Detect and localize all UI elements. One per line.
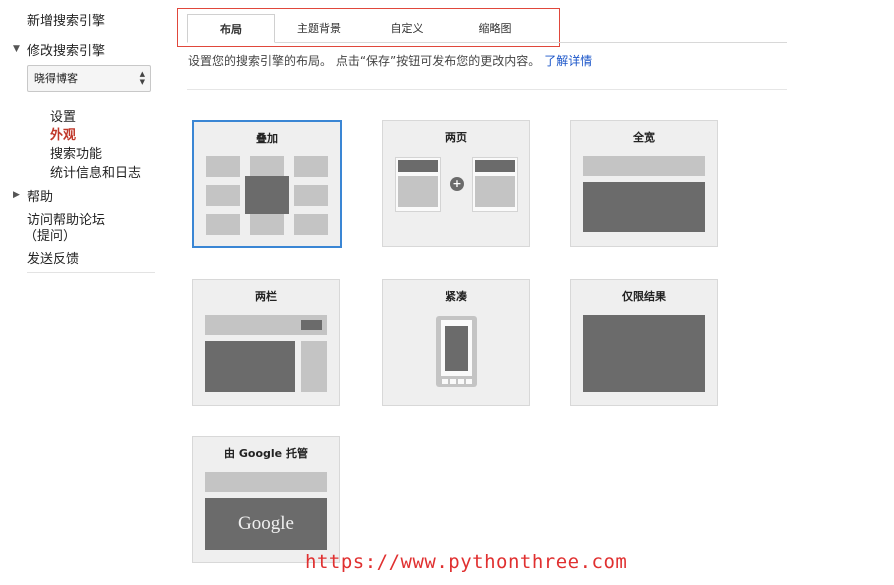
layout-card-full-width[interactable]: 全宽 bbox=[570, 120, 718, 247]
layout-card-results-only[interactable]: 仅限结果 bbox=[570, 279, 718, 406]
learn-more-link[interactable]: 了解详情 bbox=[544, 54, 592, 68]
help-link[interactable]: 帮助 bbox=[27, 186, 53, 205]
layout-card-two-column[interactable]: 两栏 bbox=[192, 279, 340, 406]
sidebar: 新增搜索引擎 ▼ 修改搜索引擎 晓得博客 ▲ ▼ 设置 外观 搜索功能 统计信息和… bbox=[0, 0, 170, 585]
watermark-text: https://www.pythonthree.com bbox=[305, 551, 628, 573]
layout-card-title: 两栏 bbox=[255, 290, 277, 303]
nav-stats-logs[interactable]: 统计信息和日志 bbox=[50, 162, 141, 181]
overlay-tile bbox=[250, 156, 284, 177]
layout-card-title: 叠加 bbox=[256, 132, 278, 145]
content-divider bbox=[187, 89, 787, 90]
layout-card-two-page[interactable]: 两页 + bbox=[382, 120, 530, 247]
layout-card-title: 两页 bbox=[445, 131, 467, 144]
overlay-tile bbox=[294, 185, 328, 206]
overlay-tile bbox=[206, 185, 240, 206]
layout-card-compact[interactable]: 紧凑 bbox=[382, 279, 530, 406]
forum-ask-link[interactable]: （提问） bbox=[24, 225, 76, 244]
overlay-tile bbox=[250, 214, 284, 235]
edit-engine-link[interactable]: 修改搜索引擎 bbox=[27, 40, 105, 59]
tab-theme[interactable]: 主题背景 bbox=[278, 14, 360, 43]
overlay-tile bbox=[206, 156, 240, 177]
overlay-tile bbox=[294, 214, 328, 235]
overlay-popup bbox=[245, 176, 289, 214]
tab-customize[interactable]: 自定义 bbox=[366, 14, 448, 43]
phone-icon bbox=[436, 316, 477, 387]
layout-card-google-hosted[interactable]: 由 Google 托管 Google bbox=[192, 436, 340, 563]
layout-description: 设置您的搜索引擎的布局。 点击“保存”按钮可发布您的更改内容。 了解详情 bbox=[188, 52, 592, 69]
new-engine-link[interactable]: 新增搜索引擎 bbox=[27, 10, 105, 29]
select-arrows-icon: ▲ ▼ bbox=[139, 70, 145, 86]
tab-layout[interactable]: 布局 bbox=[187, 14, 275, 43]
sidebar-divider bbox=[27, 272, 155, 273]
overlay-tile bbox=[206, 214, 240, 235]
page-thumb bbox=[395, 157, 441, 212]
layout-card-title: 全宽 bbox=[633, 131, 655, 144]
caret-down-icon[interactable]: ▼ bbox=[13, 44, 20, 54]
feedback-link[interactable]: 发送反馈 bbox=[27, 248, 79, 267]
nav-settings[interactable]: 设置 bbox=[50, 106, 76, 125]
layout-card-title: 仅限结果 bbox=[622, 290, 666, 303]
caret-right-icon[interactable]: ▶ bbox=[13, 190, 20, 200]
nav-appearance[interactable]: 外观 bbox=[50, 124, 76, 143]
layout-card-title: 紧凑 bbox=[445, 290, 467, 303]
description-text: 设置您的搜索引擎的布局。 点击“保存”按钮可发布您的更改内容。 bbox=[188, 54, 541, 68]
plus-icon: + bbox=[450, 177, 464, 191]
page-thumb bbox=[472, 157, 518, 212]
google-logo: Google bbox=[205, 498, 327, 550]
overlay-tile bbox=[294, 156, 328, 177]
layout-card-title: 由 Google 托管 bbox=[224, 447, 308, 460]
layout-card-overlay[interactable]: 叠加 bbox=[192, 120, 342, 248]
engine-select[interactable]: 晓得博客 ▲ ▼ bbox=[27, 65, 151, 92]
tab-thumbnail[interactable]: 缩略图 bbox=[454, 14, 536, 43]
nav-search-features[interactable]: 搜索功能 bbox=[50, 143, 102, 162]
engine-select-value: 晓得博客 bbox=[34, 72, 78, 85]
